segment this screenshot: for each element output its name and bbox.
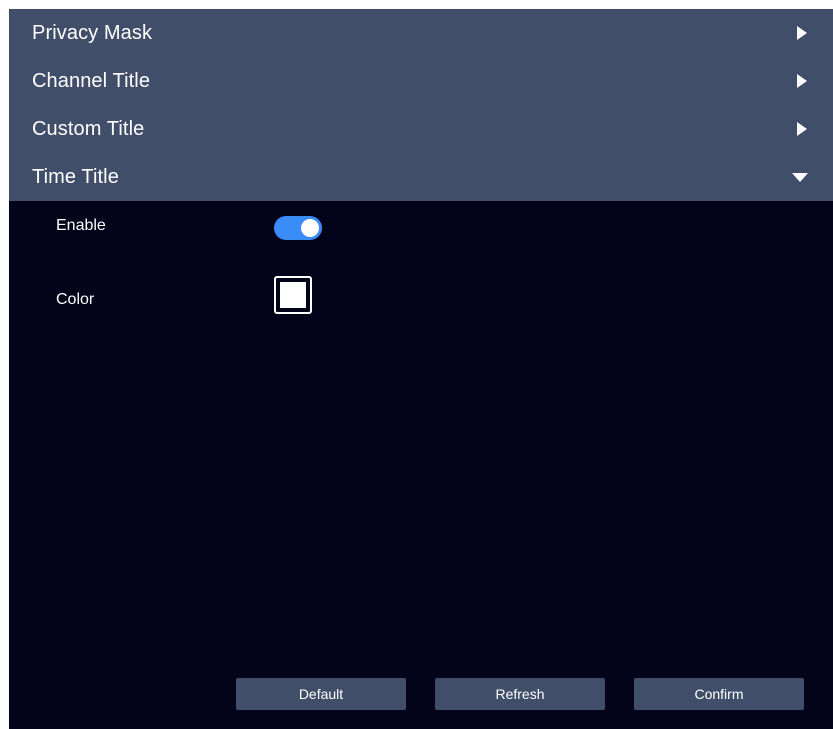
enable-toggle[interactable] xyxy=(274,216,322,240)
default-button[interactable]: Default xyxy=(236,678,406,710)
color-swatch-fill xyxy=(280,282,306,308)
caret-right-icon xyxy=(797,122,807,136)
section-title: Channel Title xyxy=(32,69,151,92)
section-title: Custom Title xyxy=(32,117,145,140)
section-custom-title[interactable]: Custom Title xyxy=(9,105,833,153)
time-title-panel: Enable Color xyxy=(9,201,833,729)
color-label: Color xyxy=(56,291,95,308)
caret-right-icon xyxy=(797,74,807,88)
caret-down-icon xyxy=(792,173,808,182)
settings-window: Privacy Mask Channel Title Custom Title … xyxy=(9,9,833,729)
confirm-button[interactable]: Confirm xyxy=(634,678,804,710)
section-channel-title[interactable]: Channel Title xyxy=(9,57,833,105)
section-title: Privacy Mask xyxy=(32,21,153,44)
enable-label: Enable xyxy=(56,217,106,234)
section-privacy-mask[interactable]: Privacy Mask xyxy=(9,9,833,57)
refresh-button[interactable]: Refresh xyxy=(435,678,605,710)
caret-right-icon xyxy=(797,26,807,40)
color-picker-swatch[interactable] xyxy=(274,276,312,314)
toggle-knob xyxy=(301,219,319,237)
section-time-title[interactable]: Time Title xyxy=(9,153,833,201)
section-title: Time Title xyxy=(32,165,119,188)
